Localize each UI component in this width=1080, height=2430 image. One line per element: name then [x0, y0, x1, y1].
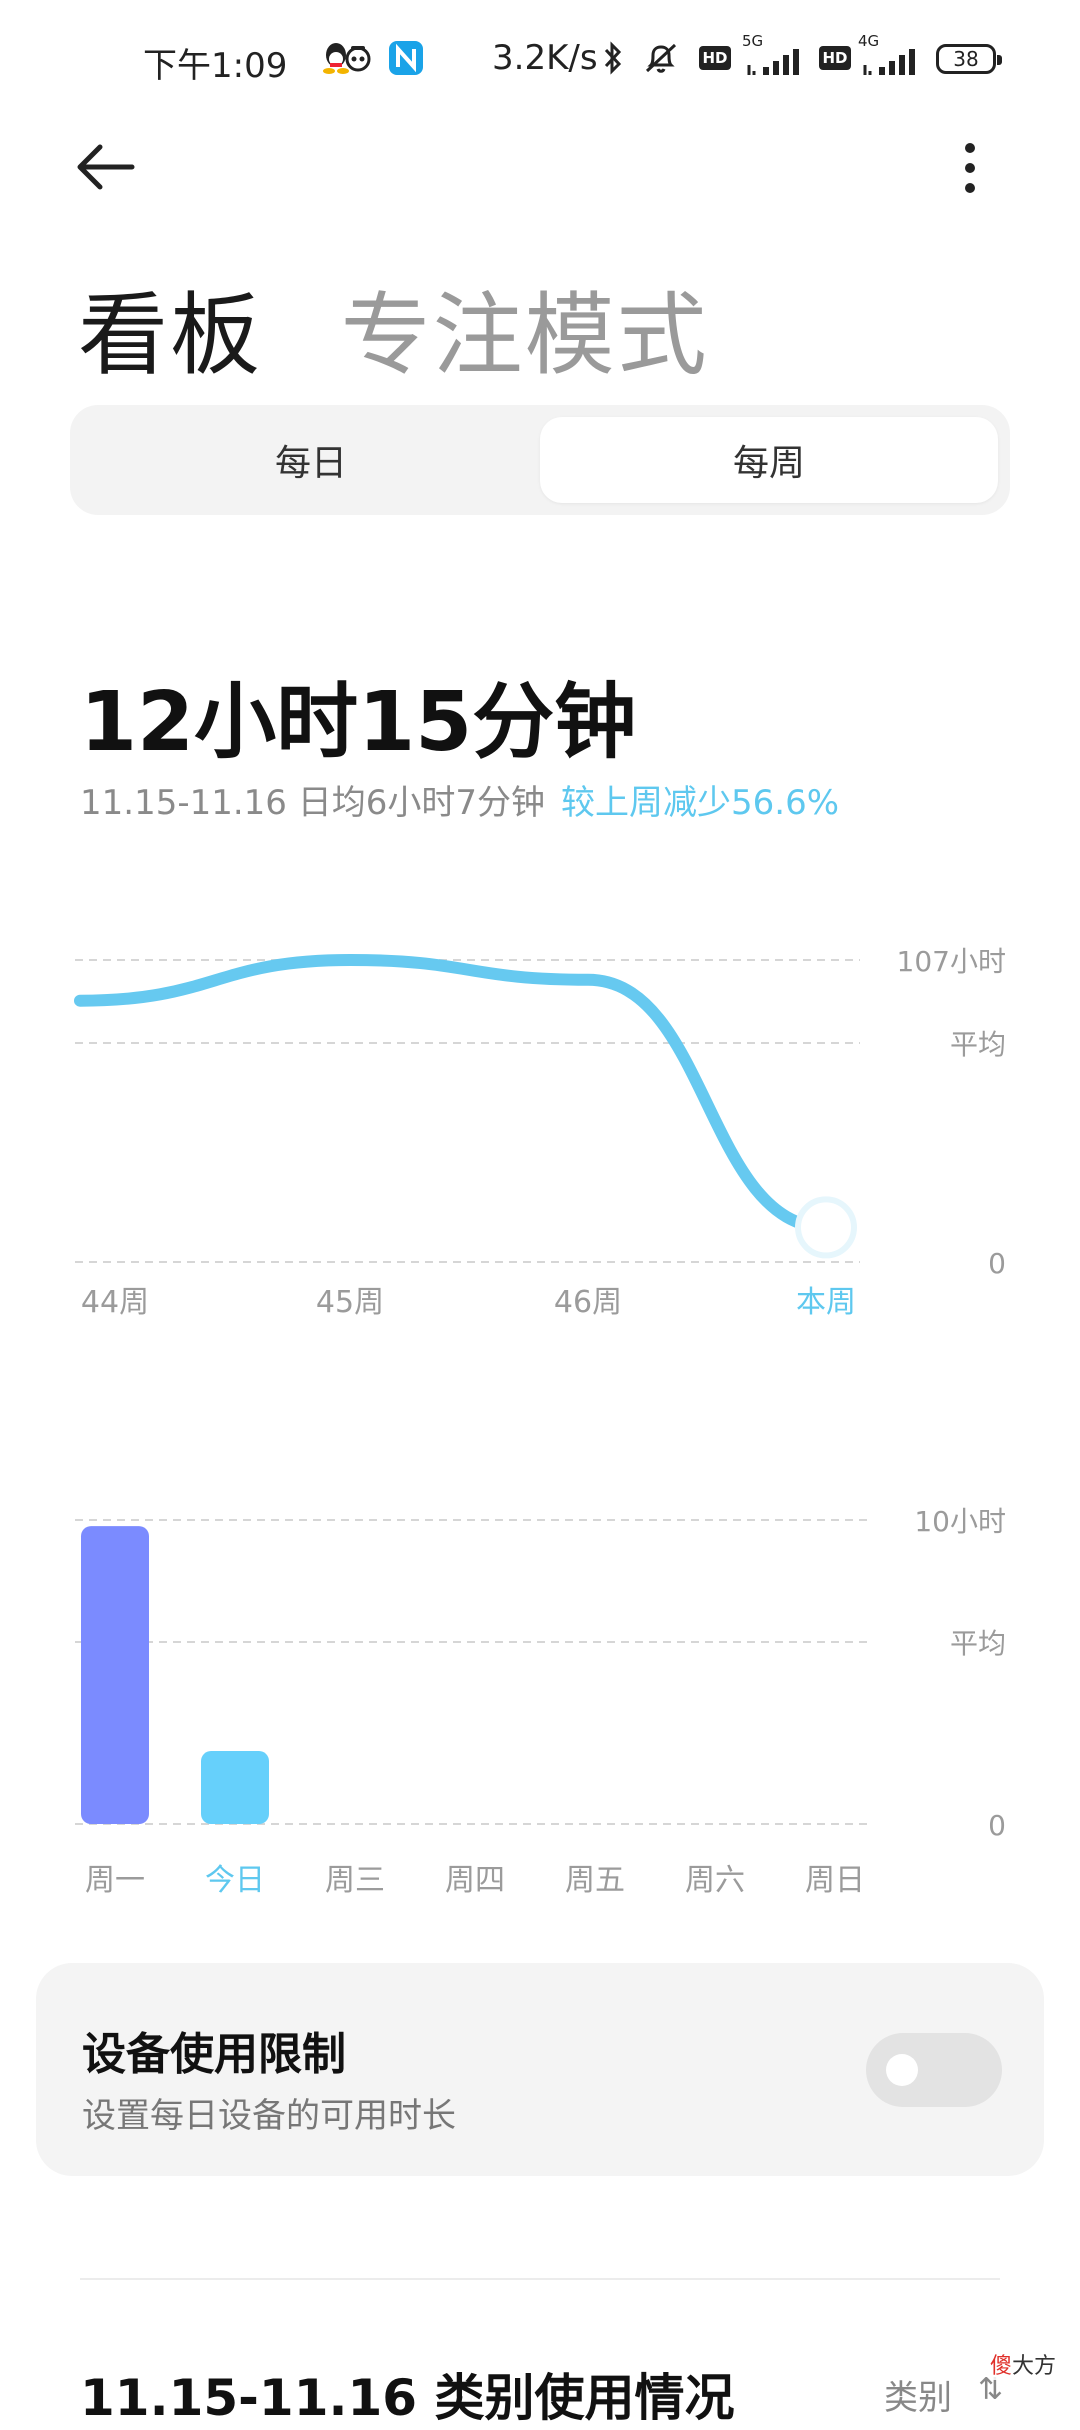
weekly-usage-line	[74, 953, 832, 1234]
week-comparison: 较上周减少56.6%	[561, 783, 840, 823]
bar-label-5: 周六	[685, 1863, 745, 1898]
daily-avg-label: 平均	[950, 1627, 1006, 1660]
daily-bars	[81, 1526, 269, 1824]
daily-zero-label: 0	[988, 1809, 1006, 1842]
device-limit-title: 设备使用限制	[82, 2029, 346, 2080]
bar-label-0: 周一	[85, 1863, 145, 1898]
x-label-week-44: 44周	[81, 1285, 149, 1320]
total-usage: 12小时15分钟	[80, 675, 637, 770]
usage-subline: 11.15-11.16 日均6小时7分钟 较上周减少56.6%	[80, 775, 839, 824]
current-week-dot	[795, 1196, 857, 1259]
more-options-button[interactable]	[960, 135, 1010, 205]
toggle-knob	[886, 2054, 918, 2086]
tab-focus-mode[interactable]: 专注模式	[341, 283, 709, 388]
daily-y-top-label: 10小时	[914, 1505, 1006, 1538]
bar-0[interactable]	[81, 1526, 149, 1824]
category-filter-button[interactable]: 类别	[884, 2370, 952, 2419]
section-divider	[80, 2278, 1000, 2280]
net1-label: 5G	[742, 32, 764, 50]
signal-4g-icon: 4G	[858, 32, 928, 76]
watermark: 傻大方	[990, 2348, 1057, 2380]
device-limit-card[interactable]: 设备使用限制 设置每日设备的可用时长	[36, 1963, 1044, 2176]
bar-label-1: 今日	[205, 1863, 265, 1898]
tab-dashboard[interactable]: 看板	[78, 283, 262, 388]
net2-label: 4G	[858, 32, 880, 50]
battery-indicator: 38	[936, 44, 1002, 74]
watermark-red: 傻	[990, 2354, 1013, 2379]
bar-label-3: 周四	[445, 1863, 505, 1898]
watermark-black: 大方	[1012, 2354, 1057, 2379]
back-button[interactable]	[70, 135, 150, 205]
x-label-week-45: 45周	[316, 1285, 384, 1320]
bluetooth-icon	[596, 40, 630, 76]
bar-label-2: 周三	[325, 1863, 385, 1898]
bar-label-4: 周五	[565, 1863, 625, 1898]
daily-usage-chart: 10小时 平均 0 周一 今日 周三 周四 周五 周六 周日	[75, 1505, 1006, 1898]
segment-daily[interactable]: 每日	[82, 417, 540, 503]
device-limit-desc: 设置每日设备的可用时长	[82, 2096, 456, 2136]
hd-icon: HD	[698, 40, 732, 76]
status-bar: 下午1:09 3.2K/s HD 5G HD 4G 38	[0, 0, 1080, 120]
header-tabs: 看板 专注模式	[78, 262, 709, 392]
app-face-icon	[340, 40, 376, 76]
period-segmented-control: 每日 每周	[70, 405, 1010, 515]
device-limit-toggle[interactable]	[866, 2033, 1002, 2107]
x-label-this-week: 本周	[796, 1285, 856, 1320]
net-speed: 3.2K/s	[492, 38, 598, 78]
weekly-y-top-label: 107小时	[897, 945, 1006, 978]
segment-weekly[interactable]: 每周	[540, 417, 998, 503]
bar-label-6: 周日	[805, 1863, 865, 1898]
n-app-icon	[388, 40, 424, 76]
hd-icon-2: HD	[818, 40, 852, 76]
more-vertical-icon	[965, 143, 975, 193]
bar-1[interactable]	[201, 1751, 269, 1824]
range-average: 11.15-11.16 日均6小时7分钟	[80, 783, 546, 823]
x-label-week-46: 46周	[554, 1285, 622, 1320]
daily-x-labels: 周一 今日 周三 周四 周五 周六 周日	[85, 1863, 865, 1898]
weekly-zero-label: 0	[988, 1247, 1006, 1280]
weekly-avg-label: 平均	[950, 1028, 1006, 1061]
weekly-usage-chart: 107小时 平均 0 44周 45周 46周 本周	[74, 945, 1006, 1320]
status-time: 下午1:09	[143, 46, 288, 86]
category-usage-title: 11.15-11.16 类别使用情况	[80, 2369, 735, 2427]
mute-bell-icon	[638, 40, 684, 76]
back-arrow-icon	[77, 144, 135, 190]
signal-5g-icon: 5G	[742, 32, 812, 76]
